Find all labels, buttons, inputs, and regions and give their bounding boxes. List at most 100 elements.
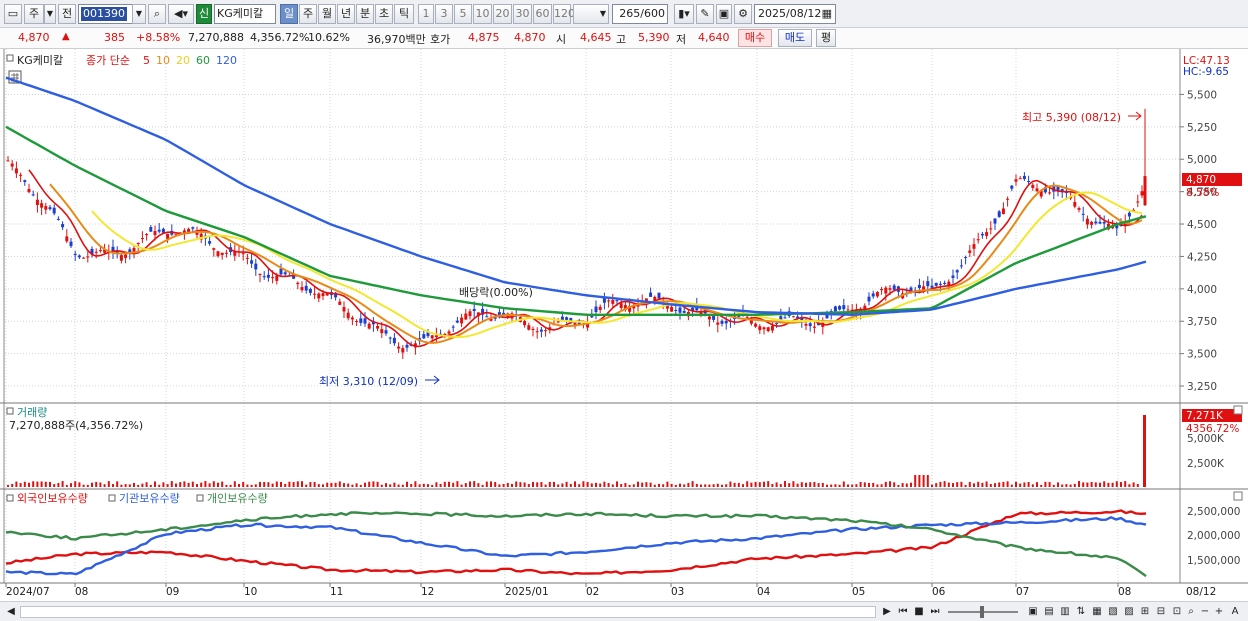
candle-body	[254, 263, 258, 270]
volume-bar	[506, 482, 509, 487]
period-tab-year[interactable]: 년	[337, 4, 355, 24]
zoom-slider-handle[interactable]	[980, 606, 984, 618]
interval-60[interactable]: 60	[533, 4, 552, 24]
buy-button[interactable]: 매수	[738, 29, 772, 47]
scroll-right-icon[interactable]: ▶	[880, 605, 894, 619]
candle-body	[770, 325, 774, 331]
period-tab-minute[interactable]: 분	[356, 4, 374, 24]
volume-bar	[565, 481, 568, 487]
interval-20[interactable]: 20	[493, 4, 512, 24]
layout-icon-1[interactable]: ▣	[1026, 605, 1040, 619]
layout-icon-6[interactable]: ▧	[1106, 605, 1120, 619]
candle-body	[980, 233, 984, 236]
stock-name-field[interactable]: KG케미칼	[214, 4, 276, 24]
volume-bar	[439, 483, 442, 487]
sell-button[interactable]: 매도	[778, 29, 812, 47]
period-tab-month[interactable]: 월	[318, 4, 336, 24]
volume-bar	[1132, 482, 1135, 487]
settings-gear-icon[interactable]: ⚙	[734, 4, 752, 24]
page-count-field[interactable]: 265/600	[612, 4, 668, 24]
volume-bar	[771, 484, 774, 487]
search-icon[interactable]: ⌕	[148, 4, 166, 24]
interval-120[interactable]: 120	[553, 4, 575, 24]
candle-type-icon[interactable]: ▮▾	[674, 4, 694, 24]
volume-bar	[469, 481, 471, 487]
volume-bar	[36, 481, 39, 487]
font-size-icon[interactable]: A	[1228, 605, 1242, 619]
fast-forward-icon[interactable]: ⏭	[928, 605, 942, 619]
volume-bar	[1111, 482, 1114, 487]
volume-bar	[296, 481, 299, 487]
interval-1[interactable]: 1	[418, 4, 434, 24]
volume-bar	[742, 484, 744, 487]
volume-bar	[137, 484, 140, 487]
horizontal-scrollbar[interactable]	[20, 606, 876, 618]
volume-bar	[800, 482, 803, 487]
candle-body	[283, 272, 287, 275]
period-tab-day[interactable]: 일	[280, 4, 298, 24]
candle-body	[56, 218, 60, 220]
zoom-in-icon[interactable]: +	[1212, 605, 1226, 619]
layout-icon-9[interactable]: ⊟	[1154, 605, 1168, 619]
rewind-icon[interactable]: ⏮	[896, 605, 910, 619]
volume-panel-close-icon[interactable]	[1233, 405, 1243, 415]
speaker-icon[interactable]: ◀▾	[168, 4, 194, 24]
stock-chart[interactable]: KG케미칼 종가 단순 5 10 20 60 120 최고 5,390 (08/…	[0, 49, 1248, 601]
stop-icon[interactable]: ■	[912, 605, 926, 619]
volume-bar	[582, 481, 585, 487]
interval-30[interactable]: 30	[513, 4, 532, 24]
layout-icon-8[interactable]: ⊞	[1138, 605, 1152, 619]
eval-button[interactable]: 평	[816, 29, 836, 47]
candle-body	[930, 285, 934, 288]
interval-dropdown-icon[interactable]: ▼	[573, 4, 609, 24]
volume-bar	[729, 481, 732, 487]
market-dropdown-icon[interactable]: ▼	[44, 4, 56, 24]
volume-bar	[133, 482, 135, 487]
candle-body	[304, 285, 308, 291]
candle-body	[523, 320, 527, 326]
interval-3[interactable]: 3	[435, 4, 453, 24]
layout-icon-10[interactable]: ⊡	[1170, 605, 1184, 619]
candle-body	[1010, 185, 1014, 189]
scroll-left-icon[interactable]: ◀	[4, 605, 18, 619]
date-tick-label: 09	[166, 586, 179, 598]
volume-bar	[611, 484, 614, 487]
holdings-panel-close-icon[interactable]	[1233, 491, 1243, 501]
candle-body	[989, 228, 993, 230]
volume-bar	[616, 481, 618, 487]
volume-bar	[170, 481, 173, 487]
candle-body	[1018, 178, 1022, 180]
draw-tool-icon[interactable]: ✎	[696, 4, 714, 24]
layout-icon-7[interactable]: ▨	[1122, 605, 1136, 619]
volume-bar	[620, 484, 623, 487]
zoom-out-icon[interactable]: −	[1198, 605, 1212, 619]
period-tab-second[interactable]: 초	[375, 4, 393, 24]
layout-icon-3[interactable]: ▥	[1058, 605, 1072, 619]
volume-bar	[595, 482, 597, 487]
candle-body	[136, 242, 140, 244]
layout-icon-5[interactable]: ▦	[1090, 605, 1104, 619]
layout-icon-2[interactable]: ▤	[1042, 605, 1056, 619]
candle-body	[611, 300, 615, 304]
period-tab-week[interactable]: 주	[299, 4, 317, 24]
volume-bar	[666, 481, 669, 487]
interval-5[interactable]: 5	[454, 4, 472, 24]
save-icon[interactable]: ▣	[716, 4, 732, 24]
window-icon[interactable]: ▭	[4, 4, 22, 24]
candle-body	[674, 310, 678, 312]
candle-body	[535, 331, 539, 333]
volume-bar	[1019, 483, 1022, 487]
volume-bar	[952, 483, 954, 487]
zoom-search-icon[interactable]: ⌕	[1184, 605, 1198, 619]
calendar-icon[interactable]: ▦	[822, 5, 832, 23]
layout-icon-4[interactable]: ⇅	[1074, 605, 1088, 619]
volume-bar	[758, 482, 761, 487]
date-field[interactable]: 2025/08/12 ▦	[754, 4, 836, 24]
market-select[interactable]: 주	[24, 4, 44, 24]
code-dropdown-icon[interactable]: ▼	[132, 4, 146, 24]
prev-button[interactable]: 전	[58, 4, 76, 24]
period-tab-tick[interactable]: 틱	[394, 4, 414, 24]
volume-bar	[452, 482, 455, 487]
interval-10[interactable]: 10	[473, 4, 492, 24]
volume-bar	[103, 484, 106, 487]
